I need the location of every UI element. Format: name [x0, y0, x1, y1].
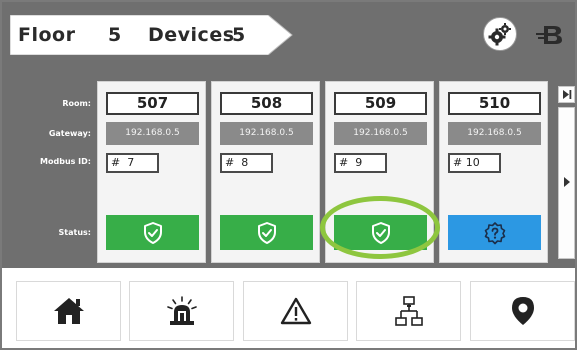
network-button[interactable] [356, 281, 461, 341]
settings-button[interactable] [483, 17, 517, 51]
device-card-507[interactable]: 507 192.168.0.5 # 7 [97, 81, 206, 263]
home-icon [53, 298, 84, 324]
play-right-icon [564, 177, 570, 187]
floor-label: Floor [18, 24, 76, 46]
scroll-next-button[interactable] [558, 107, 575, 259]
header-bar: Floor 5 Devices 5 [2, 2, 575, 66]
gateway-address: 192.168.0.5 [106, 122, 199, 145]
room-number: 510 [448, 92, 541, 115]
status-row-label: Status: [58, 228, 91, 237]
brand-logo [535, 24, 565, 46]
alarm-button[interactable] [129, 281, 234, 341]
devices-value: 5 [232, 24, 246, 46]
unknown-status-icon [484, 221, 505, 244]
highlight-ellipse [320, 196, 440, 259]
home-button[interactable] [16, 281, 121, 341]
room-number: 507 [106, 92, 199, 115]
modbus-row-label: Modbus ID: [40, 157, 91, 166]
status-indicator[interactable] [448, 215, 541, 250]
alarm-icon [166, 296, 197, 325]
skip-end-icon [563, 90, 572, 99]
warning-icon [280, 297, 311, 325]
devices-label: Devices [148, 24, 235, 46]
status-indicator[interactable] [220, 215, 313, 250]
gateway-address: 192.168.0.5 [448, 122, 541, 145]
device-card-510[interactable]: 510 192.168.0.5 # 10 [439, 81, 548, 263]
gears-icon [488, 23, 511, 46]
room-number: 508 [220, 92, 313, 115]
floor-value: 5 [108, 24, 122, 46]
header-banner: Floor 5 Devices 5 [10, 15, 294, 55]
modbus-id-field[interactable]: # 7 [106, 153, 159, 173]
shield-check-icon [143, 221, 162, 244]
scroll-end-button[interactable] [558, 86, 575, 103]
modbus-id-field[interactable]: # 9 [334, 153, 387, 173]
warnings-button[interactable] [243, 281, 348, 341]
shield-check-icon [257, 221, 276, 244]
status-indicator[interactable] [106, 215, 199, 250]
network-icon [394, 296, 423, 326]
room-row-label: Room: [62, 99, 91, 108]
bottom-navigation [2, 268, 575, 348]
modbus-id-field[interactable]: # 10 [448, 153, 501, 173]
gateway-address: 192.168.0.5 [220, 122, 313, 145]
gateway-address: 192.168.0.5 [334, 122, 427, 145]
device-card-508[interactable]: 508 192.168.0.5 # 8 [211, 81, 320, 263]
device-overview-screen: Floor 5 Devices 5 Room: Gateway: Modbus … [0, 0, 577, 350]
modbus-id-field[interactable]: # 8 [220, 153, 273, 173]
room-number: 509 [334, 92, 427, 115]
gateway-row-label: Gateway: [48, 129, 91, 138]
location-button[interactable] [470, 281, 575, 341]
location-pin-icon [511, 297, 534, 325]
